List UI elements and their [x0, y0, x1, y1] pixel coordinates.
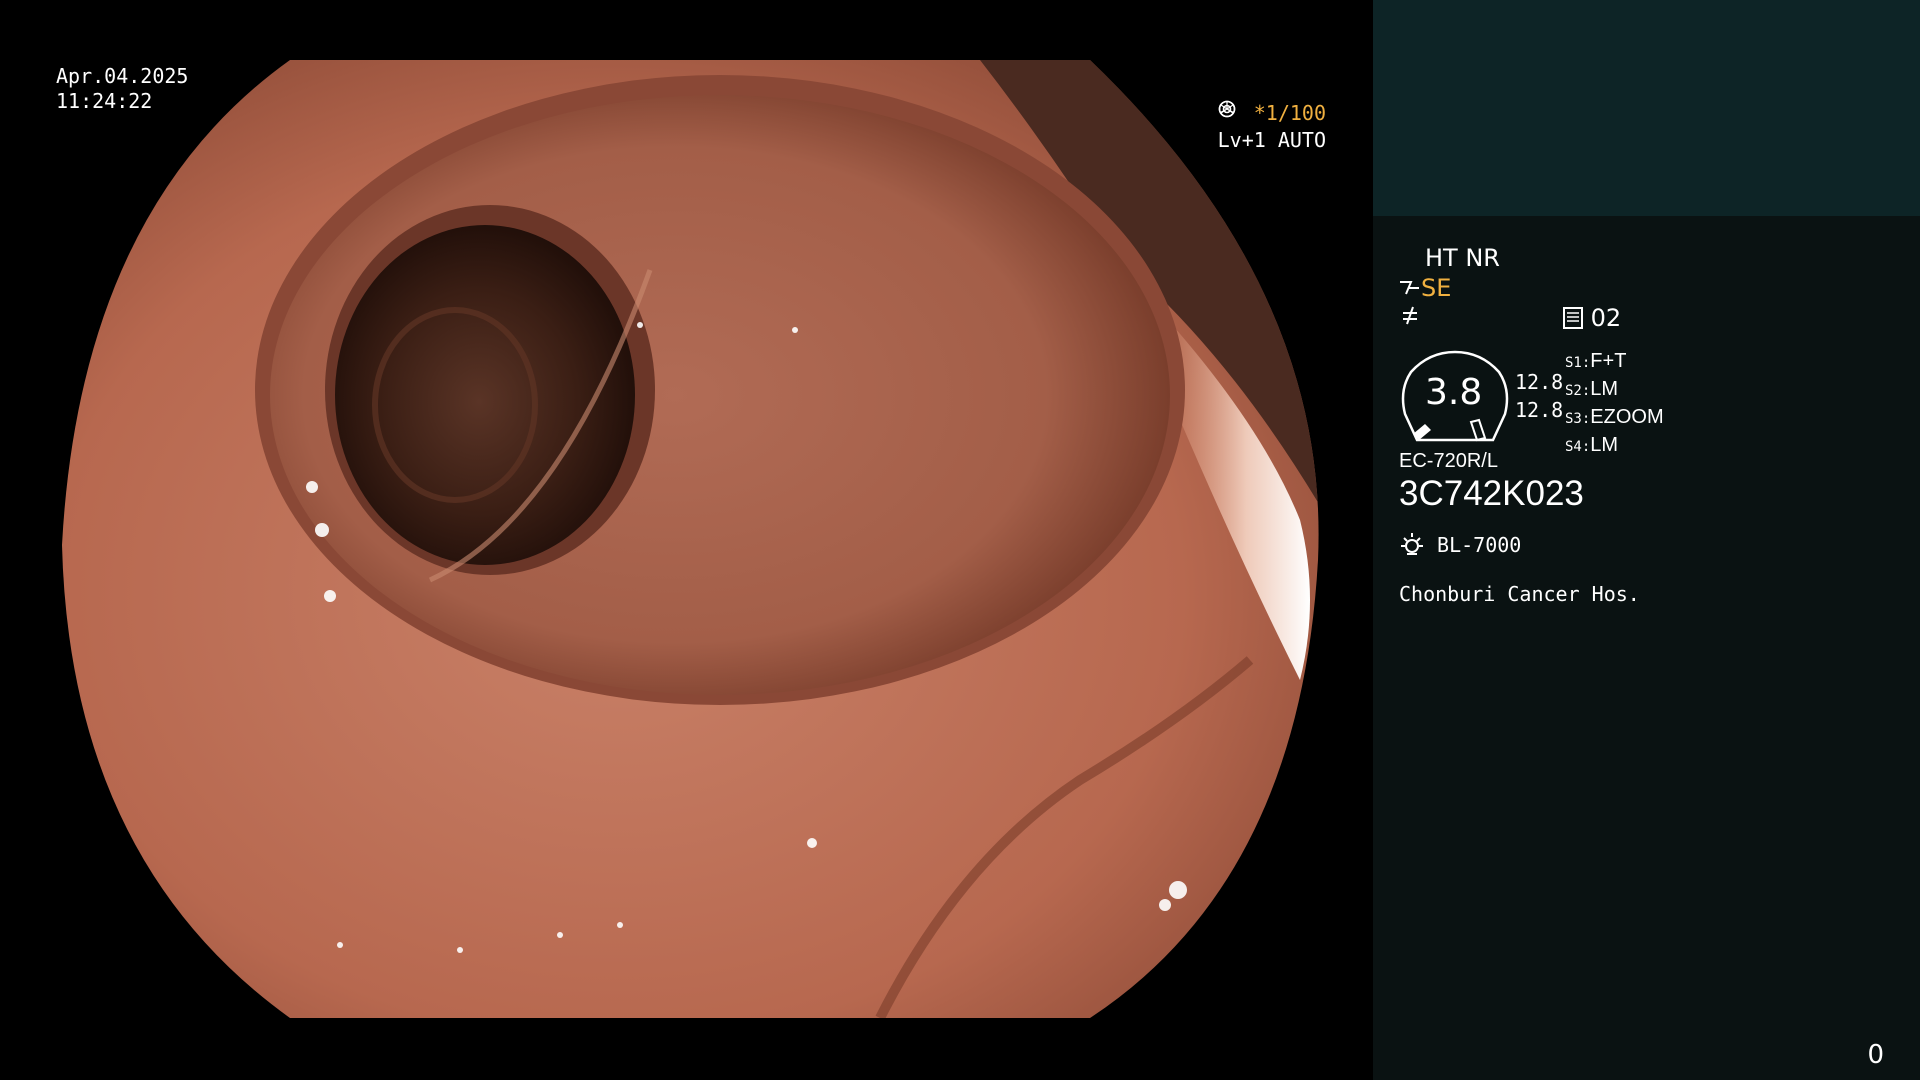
switch-item: S1:F+T — [1565, 350, 1627, 372]
switch-list: S1:F+T S2:LM S3:EZOOM S4:LM — [1565, 348, 1664, 460]
filter-icon — [1403, 306, 1417, 325]
date-text: Apr.04.2025 — [56, 64, 189, 88]
scope-model: EC-720R/L — [1399, 450, 1498, 472]
memory-card-icon — [1563, 307, 1583, 329]
time-text: 11:24:22 — [56, 89, 153, 113]
iris-icon — [1218, 100, 1235, 118]
filter-row — [1399, 304, 1421, 330]
image-counter: 0 — [1867, 1040, 1884, 1070]
lamp-icon — [1401, 533, 1423, 555]
hospital-name: Chonburi Cancer Hos. — [1399, 582, 1640, 606]
memory-value: 02 — [1590, 304, 1622, 332]
light-level: Lv+1 AUTO — [1217, 128, 1326, 152]
switch-item: S4:LM — [1565, 434, 1619, 456]
light-source-row: BL-7000 — [1399, 532, 1521, 558]
se-label: SE — [1421, 274, 1452, 302]
info-panel: HT NR SE 02 3.8 12.8 12.8 S1:F+T S2:LM S… — [1373, 0, 1920, 1080]
gauge-value-b: 12.8 — [1515, 398, 1564, 422]
memory-row: 02 — [1563, 304, 1621, 332]
switch-item: S3:EZOOM — [1565, 406, 1664, 428]
endoscope-view: Apr.04.2025 11:24:22 *1/100 Lv+1 AUTO — [0, 0, 1372, 1080]
ht-nr-label: HT NR — [1425, 244, 1500, 272]
datetime: Apr.04.2025 11:24:22 — [56, 64, 188, 114]
scope-serial: 3C742K023 — [1399, 474, 1584, 513]
se-row: SE — [1399, 274, 1451, 302]
endoscopy-image — [62, 60, 1319, 1018]
preview-area — [1373, 0, 1920, 216]
light-source: BL-7000 — [1437, 533, 1522, 557]
gauge-value: 3.8 — [1425, 372, 1483, 413]
gauge-value-a: 12.8 — [1515, 370, 1564, 394]
enhance-icon — [1400, 281, 1419, 295]
shutter-speed: *1/100 — [1253, 101, 1326, 125]
shutter-info: *1/100 Lv+1 AUTO — [1218, 100, 1326, 154]
switch-item: S2:LM — [1565, 378, 1619, 400]
